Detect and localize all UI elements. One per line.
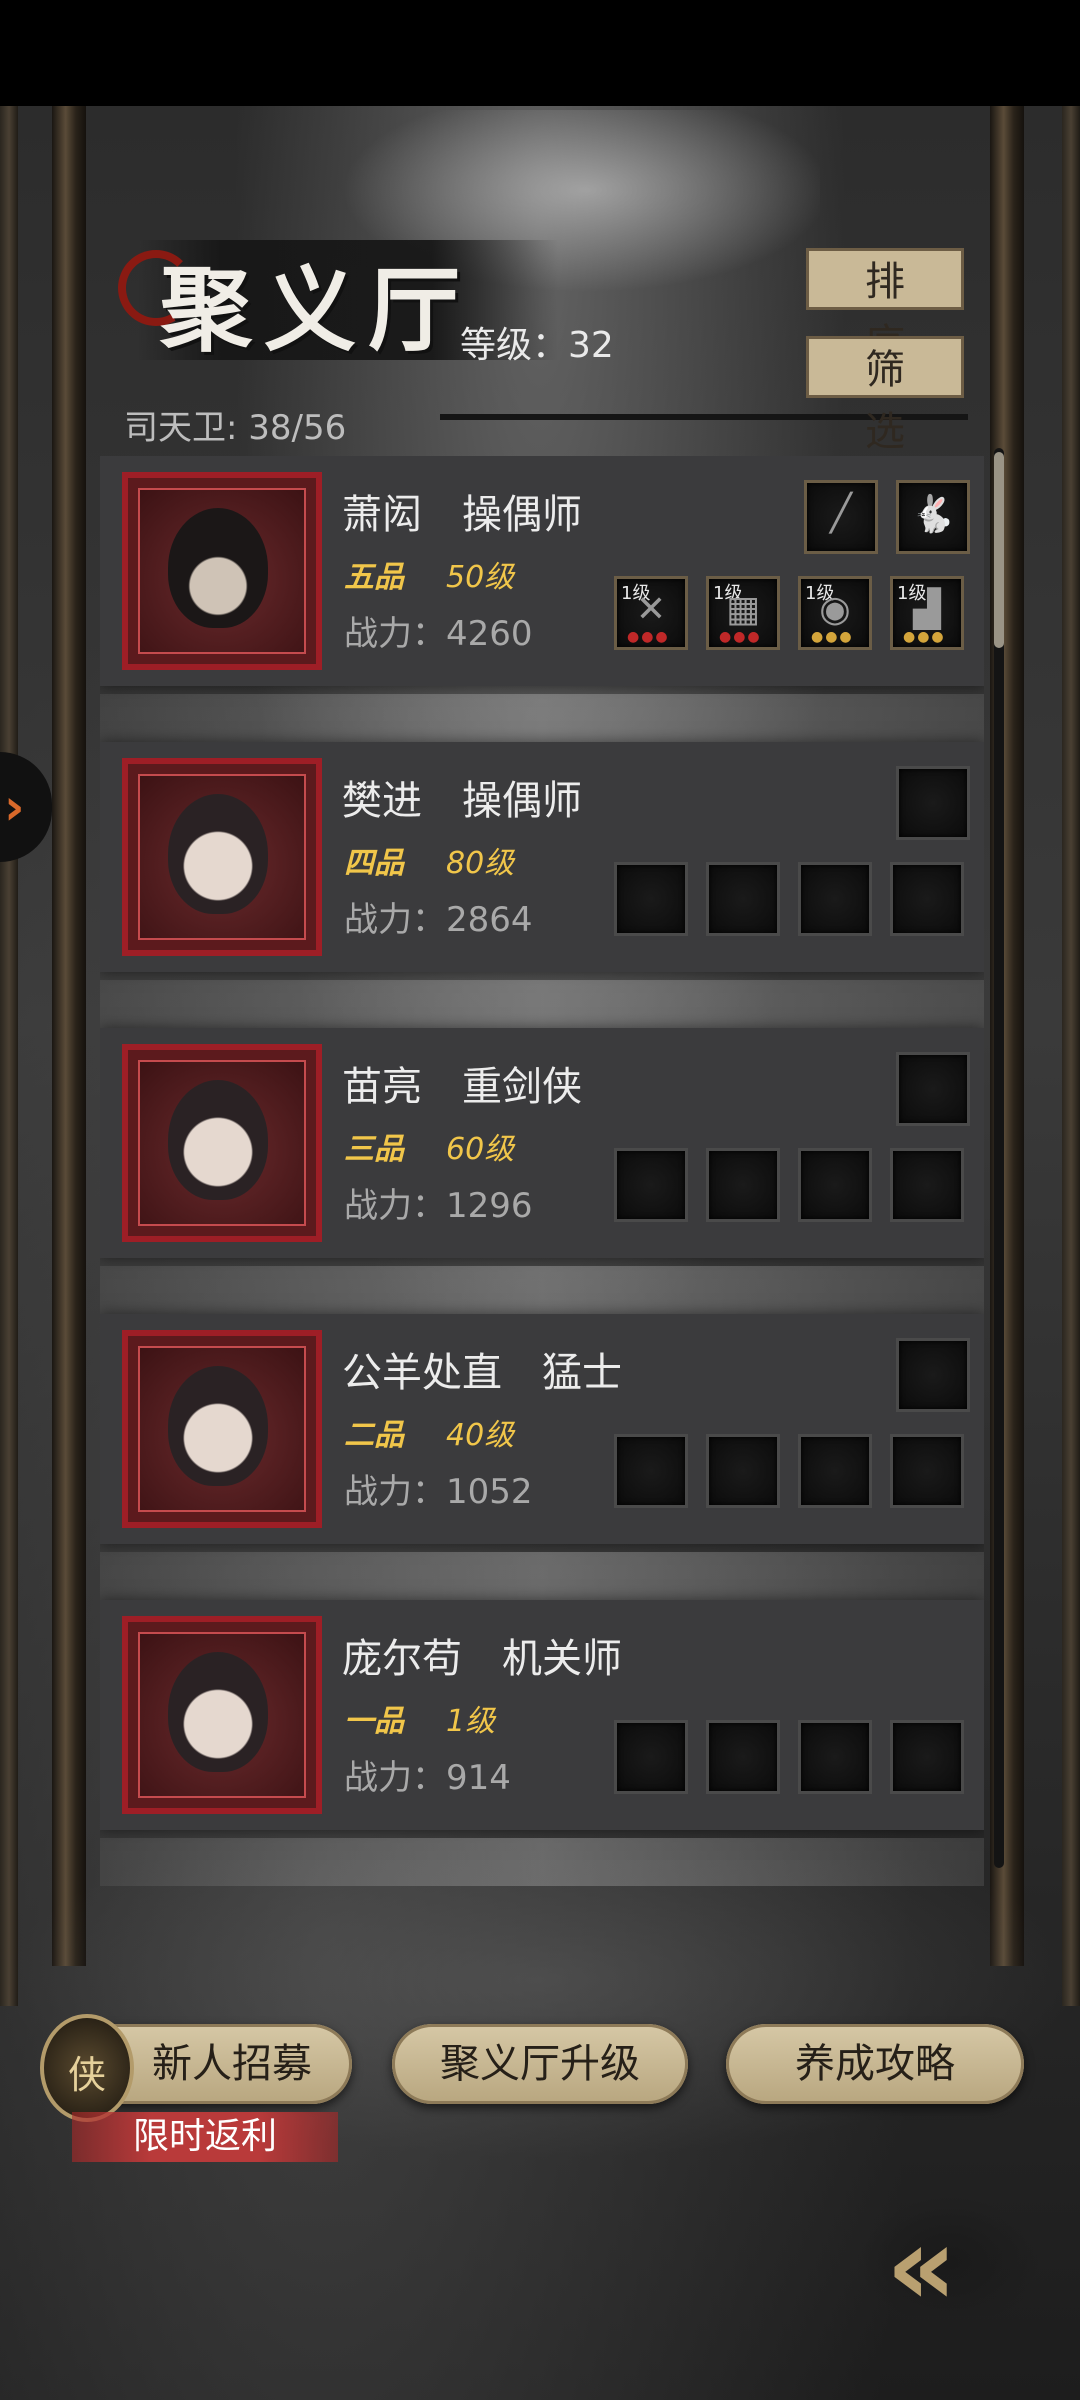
- hero-name: 萧闳 操偶师: [342, 492, 582, 538]
- armor-icon: ▦: [725, 589, 760, 630]
- row-divider: [100, 1266, 984, 1316]
- empty-slot[interactable]: [890, 862, 964, 936]
- hero-portrait: [122, 1044, 322, 1242]
- empty-slot[interactable]: [614, 1148, 688, 1222]
- empty-slot[interactable]: [798, 1148, 872, 1222]
- equipment-slot[interactable]: 1级 ✕ ●●●: [614, 576, 688, 650]
- empty-slot[interactable]: [798, 1434, 872, 1508]
- empty-slot[interactable]: [896, 1338, 970, 1412]
- empty-slot[interactable]: [706, 1434, 780, 1508]
- row-divider: [100, 980, 984, 1030]
- hero-portrait: [122, 472, 322, 670]
- hero-list[interactable]: 萧闳 操偶师 五品 50级 战力：4260 ╱ 🐇 1级 ✕ ●●● 1级 ▦ ●●● …: [100, 456, 984, 1886]
- hero-power: 战力：2864: [344, 900, 533, 940]
- sort-button[interactable]: 排序: [806, 248, 964, 367]
- double-chevron-left-icon: «: [886, 2202, 957, 2330]
- hero-row[interactable]: 苗亮 重剑侠 三品 60级 战力：1296: [100, 1028, 984, 1258]
- empty-slot[interactable]: [706, 1720, 780, 1794]
- empty-slot[interactable]: [706, 1148, 780, 1222]
- recruit-badge-icon: 侠: [40, 2014, 134, 2122]
- hall-level: 等级：32: [460, 325, 614, 366]
- row-divider: [100, 694, 984, 744]
- hero-level: 50级: [446, 560, 515, 595]
- hero-power: 战力：4260: [344, 614, 533, 654]
- pet-slot[interactable]: 🐇: [896, 480, 970, 554]
- hero-row[interactable]: 萧闳 操偶师 五品 50级 战力：4260 ╱ 🐇 1级 ✕ ●●● 1级 ▦ ●●● …: [100, 456, 984, 686]
- hero-level: 40级: [446, 1418, 515, 1453]
- hero-rank: 二品: [344, 1418, 404, 1453]
- hero-row[interactable]: 公羊处直 猛士 二品 40级 战力：1052: [100, 1314, 984, 1544]
- empty-slot[interactable]: [896, 1052, 970, 1126]
- row-divider: [100, 1552, 984, 1602]
- scrollbar-thumb[interactable]: [994, 452, 1004, 648]
- boots-icon: ▟: [913, 589, 941, 630]
- empty-slot[interactable]: [614, 1720, 688, 1794]
- promo-ribbon[interactable]: 限时返利: [72, 2112, 338, 2162]
- left-pillar: [52, 106, 86, 1966]
- hero-name: 樊进 操偶师: [342, 778, 582, 824]
- hero-power: 战力：1052: [344, 1472, 533, 1512]
- empty-slot[interactable]: [890, 1434, 964, 1508]
- hall-upgrade-button[interactable]: 聚义厅升级: [392, 2024, 688, 2104]
- hero-rank: 三品: [344, 1132, 404, 1167]
- hero-rank: 五品: [344, 560, 404, 595]
- empty-slot[interactable]: [896, 766, 970, 840]
- empty-slot[interactable]: [706, 862, 780, 936]
- hero-name: 苗亮 重剑侠: [342, 1064, 582, 1110]
- hero-portrait: [122, 1616, 322, 1814]
- equipment-slot[interactable]: 1级 ▦ ●●●: [706, 576, 780, 650]
- hero-portrait: [122, 1330, 322, 1528]
- status-bar: [0, 0, 1080, 106]
- chevron-icon: ›: [4, 778, 25, 836]
- equipment-slot[interactable]: 1级 ▟ ●●●: [890, 576, 964, 650]
- weapon-slot[interactable]: ╱: [804, 480, 878, 554]
- filter-button[interactable]: 筛选: [806, 336, 964, 455]
- hero-name: 公羊处直 猛士: [342, 1350, 622, 1396]
- hero-name: 庞尔苟 机关师: [342, 1636, 622, 1682]
- hero-rank: 四品: [344, 846, 404, 881]
- empty-slot[interactable]: [798, 1720, 872, 1794]
- hero-row[interactable]: 庞尔苟 机关师 一品 1级 战力：914: [100, 1600, 984, 1830]
- spear-icon: ╱: [830, 493, 852, 534]
- left-border: [0, 106, 18, 2006]
- hero-level: 1级: [446, 1704, 496, 1739]
- right-border: [1062, 106, 1080, 2006]
- pouch-icon: ◉: [819, 589, 851, 630]
- hero-row[interactable]: 樊进 操偶师 四品 80级 战力：2864: [100, 742, 984, 972]
- page-title: 聚义厅: [160, 256, 473, 364]
- empty-slot[interactable]: [890, 1148, 964, 1222]
- empty-slot[interactable]: [798, 862, 872, 936]
- hero-level: 60级: [446, 1132, 515, 1167]
- guard-count: 司天卫: 38/56: [124, 408, 347, 448]
- guide-button[interactable]: 养成攻略: [726, 2024, 1024, 2104]
- hero-power: 战力：914: [344, 1758, 511, 1798]
- empty-slot[interactable]: [614, 862, 688, 936]
- rabbit-icon: 🐇: [910, 494, 956, 535]
- equipment-slot[interactable]: 1级 ◉ ●●●: [798, 576, 872, 650]
- hero-level: 80级: [446, 846, 515, 881]
- empty-slot[interactable]: [890, 1720, 964, 1794]
- hero-rank: 一品: [344, 1704, 404, 1739]
- hero-power: 战力：1296: [344, 1186, 533, 1226]
- scrollbar-track[interactable]: [994, 448, 1004, 1868]
- hero-portrait: [122, 758, 322, 956]
- crossbow-icon: ✕: [635, 589, 667, 630]
- back-button[interactable]: «: [860, 2196, 1040, 2330]
- empty-slot[interactable]: [614, 1434, 688, 1508]
